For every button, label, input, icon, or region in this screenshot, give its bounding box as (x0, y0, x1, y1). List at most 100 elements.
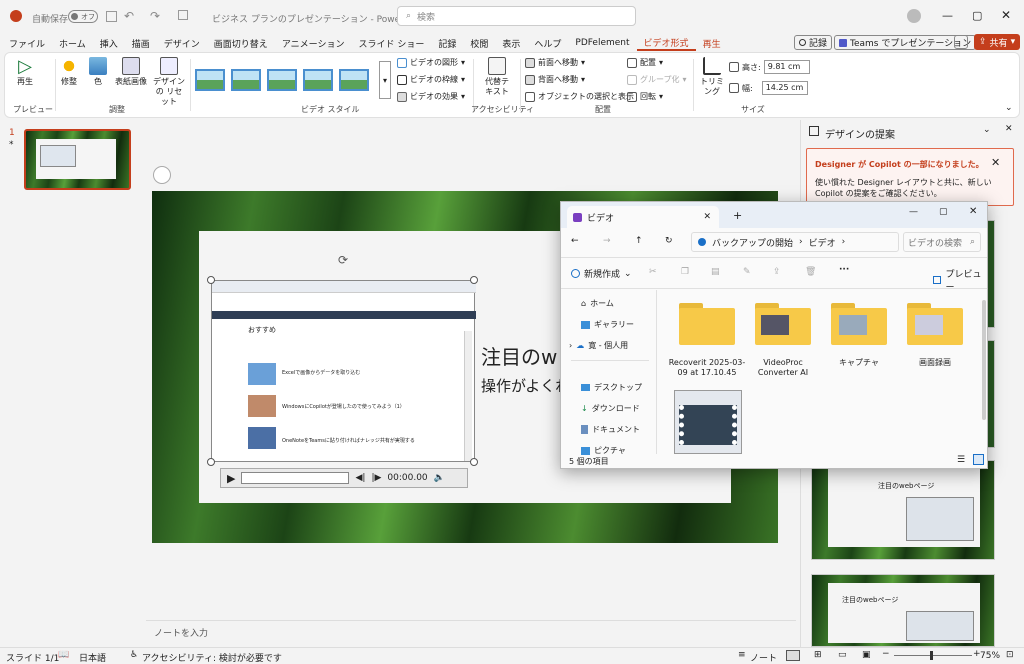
design-suggestion-4[interactable]: 注目のwebページ (811, 574, 995, 647)
rotate-handle-icon[interactable]: ⟳ (338, 253, 348, 267)
slide-title[interactable]: 注目のw (481, 341, 557, 370)
normal-view-icon[interactable] (786, 650, 800, 661)
maximize-icon[interactable]: ▢ (972, 9, 982, 22)
selection-handle-br[interactable] (470, 458, 478, 466)
record-button[interactable]: 記録 (794, 35, 833, 50)
width-input[interactable]: 14.25 cm (761, 81, 808, 95)
share-icon[interactable]: ⇪ (773, 267, 781, 277)
tab-pdfelement[interactable]: PDFelement (568, 38, 636, 48)
play-icon[interactable]: ▶ (227, 472, 235, 485)
volume-icon[interactable]: 🔈 (434, 473, 445, 483)
accessibility-status[interactable]: アクセシビリティ: 検討が必要です (142, 651, 282, 664)
rotate-button[interactable]: 回転 ▾ (627, 91, 663, 102)
folder-videoproc[interactable] (755, 301, 811, 345)
reading-view-icon[interactable]: ▭ (838, 650, 847, 660)
spellcheck-icon[interactable]: 📖 (58, 650, 69, 660)
chevron-down-icon[interactable]: ⌄ (983, 125, 991, 135)
explorer-search-input[interactable]: ビデオの検索 ⌕ (903, 232, 981, 252)
forward-icon[interactable]: |▶ (371, 473, 381, 483)
tab-help[interactable]: ヘルプ (527, 37, 568, 50)
alt-text-button[interactable]: 代替テ キスト (479, 57, 515, 97)
tab-close-icon[interactable]: ✕ (703, 212, 711, 222)
color-button[interactable]: 色 (87, 57, 109, 87)
video-object[interactable]: おすすめ Excelで画像からデータを取り込む WindowsにCopilotが… (211, 280, 476, 462)
nav-pictures[interactable]: ピクチャ (581, 445, 626, 456)
tab-video-format[interactable]: ビデオ形式 (636, 36, 696, 51)
selection-handle-bl[interactable] (207, 458, 215, 466)
progress-bar[interactable] (241, 472, 350, 484)
style-thumb-3[interactable] (267, 69, 297, 91)
more-icon[interactable]: ··· (839, 265, 849, 275)
align-button[interactable]: 配置 ▾ (627, 57, 663, 68)
video-style-gallery[interactable] (195, 63, 369, 97)
slide-subtitle[interactable]: 操作がよくわ (481, 375, 570, 396)
undo-icon[interactable]: ↶ (124, 9, 134, 23)
style-thumb-5[interactable] (339, 69, 369, 91)
send-backward-button[interactable]: 背面へ移動 ▾ (525, 74, 585, 85)
autosave-toggle[interactable]: オフ (68, 10, 98, 23)
folder-capture[interactable] (831, 301, 887, 345)
selection-handle-tr[interactable] (470, 276, 478, 284)
zoom-slider[interactable] (894, 651, 972, 660)
tab-view[interactable]: 表示 (495, 37, 527, 50)
explorer-maximize-icon[interactable]: ▢ (939, 207, 948, 217)
redo-icon[interactable]: ↷ (150, 9, 160, 23)
zoom-out-icon[interactable]: − (882, 649, 890, 659)
tab-slideshow[interactable]: スライド ショー (351, 37, 431, 50)
style-thumb-2[interactable] (231, 69, 261, 91)
explorer-tab[interactable]: ビデオ ✕ (567, 206, 719, 228)
slide-thumbnail[interactable] (24, 129, 131, 190)
close-pane-icon[interactable]: ✕ (1005, 124, 1013, 134)
tiles-view-icon[interactable] (973, 454, 984, 465)
video-file-thumbnail[interactable] (674, 390, 742, 454)
account-icon[interactable] (907, 9, 921, 23)
rewind-icon[interactable]: ◀| (355, 473, 365, 483)
explorer-close-icon[interactable]: ✕ (969, 206, 977, 217)
tab-home[interactable]: ホーム (52, 37, 93, 50)
selection-pane-button[interactable]: オブジェクトの選択と表示 (525, 91, 634, 102)
refresh-icon[interactable]: ↻ (665, 236, 673, 246)
folder-recoverit[interactable] (679, 301, 735, 345)
language-indicator[interactable]: 日本語 (79, 651, 106, 664)
up-icon[interactable]: ↑ (635, 236, 643, 246)
nav-gallery[interactable]: ギャラリー (581, 319, 634, 330)
tab-design[interactable]: デザイン (157, 37, 207, 50)
cut-icon[interactable]: ✂ (649, 267, 657, 277)
reset-design-button[interactable]: デザインの リセット (151, 57, 187, 107)
selection-handle-tl[interactable] (207, 276, 215, 284)
forward-icon[interactable]: → (603, 236, 611, 246)
correct-button[interactable]: 修整 (57, 57, 81, 87)
nav-home[interactable]: ⌂ ホーム (581, 298, 614, 309)
nav-downloads[interactable]: ↓ ダウンロード (581, 403, 640, 414)
save-icon[interactable] (106, 11, 117, 22)
delete-icon[interactable]: 🗑 (805, 267, 816, 277)
video-border-button[interactable]: ビデオの枠線 ▾ (397, 74, 465, 85)
minimize-icon[interactable]: — (942, 9, 953, 22)
quick-access-icon[interactable] (178, 10, 188, 20)
folder-screen-recording[interactable] (907, 301, 963, 345)
tab-playback[interactable]: 再生 (696, 37, 728, 50)
notes-toggle[interactable]: ノート (750, 651, 777, 664)
paste-icon[interactable]: ▤ (711, 267, 720, 277)
back-icon[interactable]: ← (571, 236, 579, 246)
share-button[interactable]: ⇪ 共有 ▾ (974, 34, 1021, 50)
zoom-slider-thumb[interactable] (930, 651, 933, 660)
tab-insert[interactable]: 挿入 (93, 37, 125, 50)
design-suggestion-3[interactable]: 注目のwebページ (811, 460, 995, 560)
tab-review[interactable]: 校閲 (463, 37, 495, 50)
zoom-level[interactable]: 75% (980, 651, 1000, 661)
close-icon[interactable]: ✕ (1001, 8, 1011, 22)
tab-draw[interactable]: 描画 (125, 37, 157, 50)
bring-forward-button[interactable]: 前面へ移動 ▾ (525, 57, 585, 68)
video-shape-button[interactable]: ビデオの図形 ▾ (397, 57, 465, 68)
copy-icon[interactable]: ❐ (681, 267, 689, 277)
play-button[interactable]: ▷ 再生 (17, 57, 33, 87)
comment-icon[interactable] (954, 35, 968, 49)
banner-close-icon[interactable]: ✕ (991, 156, 1000, 169)
collapse-ribbon-icon[interactable]: ⌄ (1005, 103, 1013, 113)
address-bar[interactable]: バックアップの開始 › ビデオ › (691, 232, 899, 252)
nav-documents[interactable]: ドキュメント (581, 424, 640, 435)
slideshow-icon[interactable]: ▣ (862, 650, 871, 660)
slide-sorter-icon[interactable]: ⊞ (814, 650, 822, 660)
nav-onedrive[interactable]: › ☁ 寛 - 個人用 (569, 340, 628, 351)
